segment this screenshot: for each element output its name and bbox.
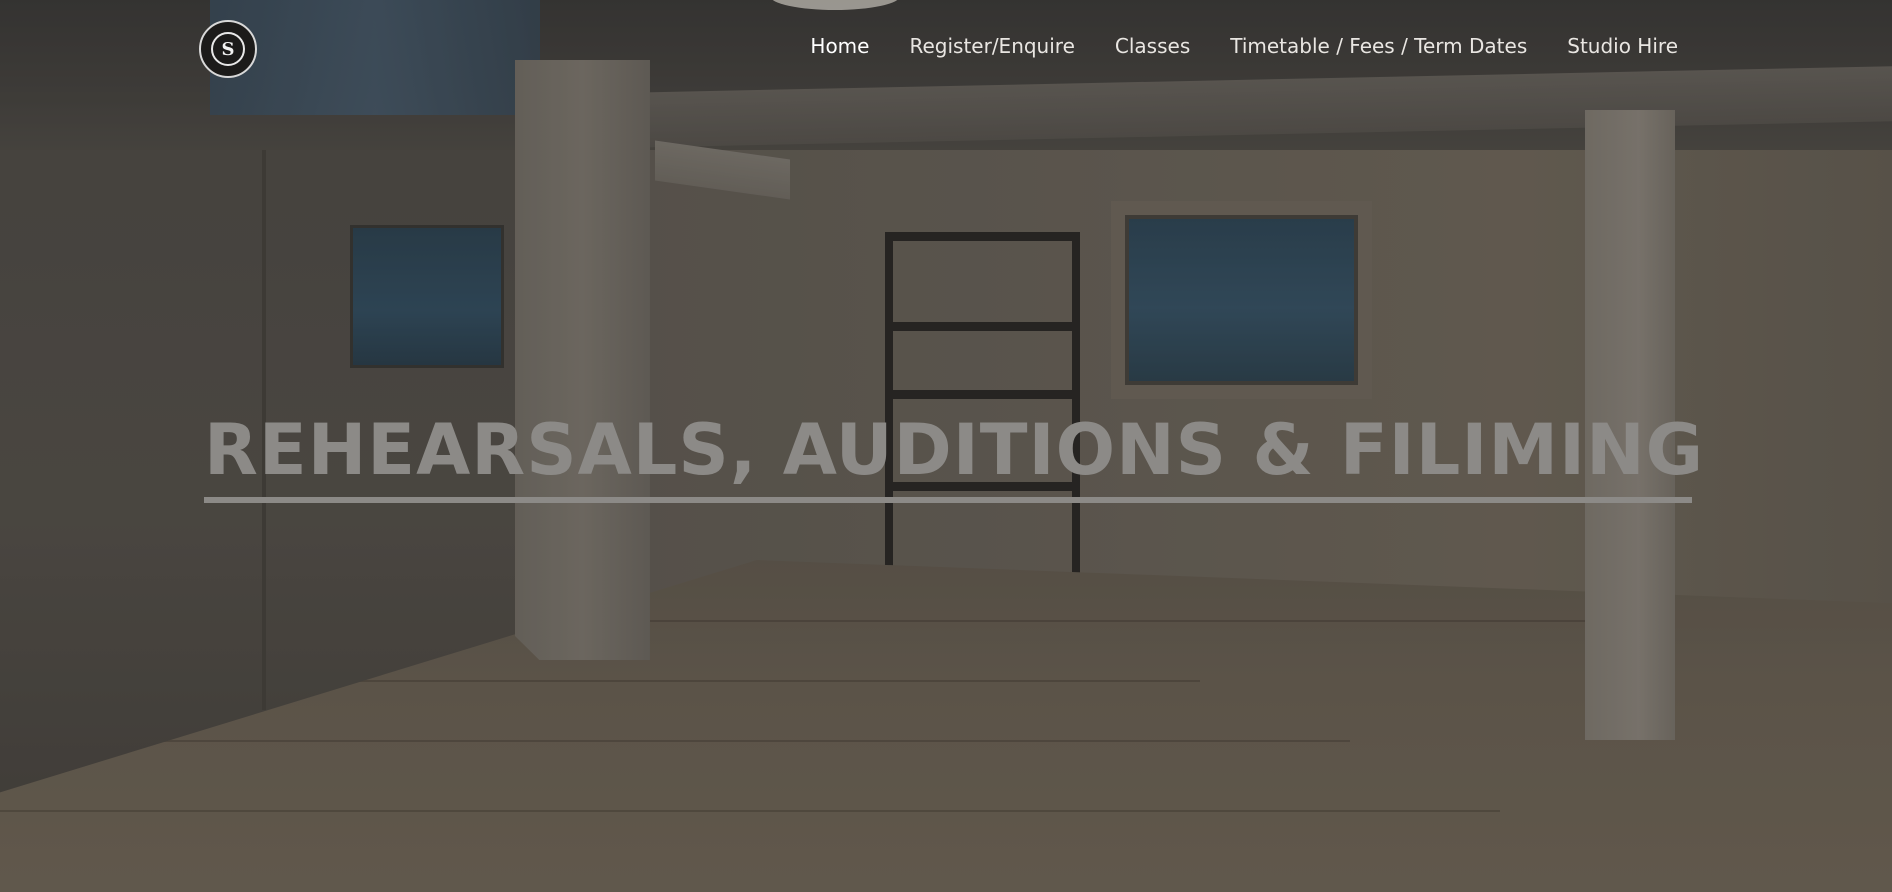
nav-register-enquire[interactable]: Register/Enquire <box>909 34 1074 58</box>
logo-mark: S <box>211 32 245 66</box>
nav-studio-hire[interactable]: Studio Hire <box>1567 34 1678 58</box>
nav-classes[interactable]: Classes <box>1115 34 1190 58</box>
nav-home[interactable]: Home <box>810 34 869 58</box>
site-header: S Home Register/Enquire Classes Timetabl… <box>0 0 1892 100</box>
nav-timetable-fees-term-dates[interactable]: Timetable / Fees / Term Dates <box>1230 34 1527 58</box>
hero-section: S Home Register/Enquire Classes Timetabl… <box>0 0 1892 892</box>
main-nav: Home Register/Enquire Classes Timetable … <box>810 34 1678 58</box>
site-logo[interactable]: S <box>199 20 257 78</box>
hero-title-underline <box>204 497 1692 503</box>
hero-title: REHEARSALS, AUDITIONS & FILIMING <box>204 409 1705 491</box>
